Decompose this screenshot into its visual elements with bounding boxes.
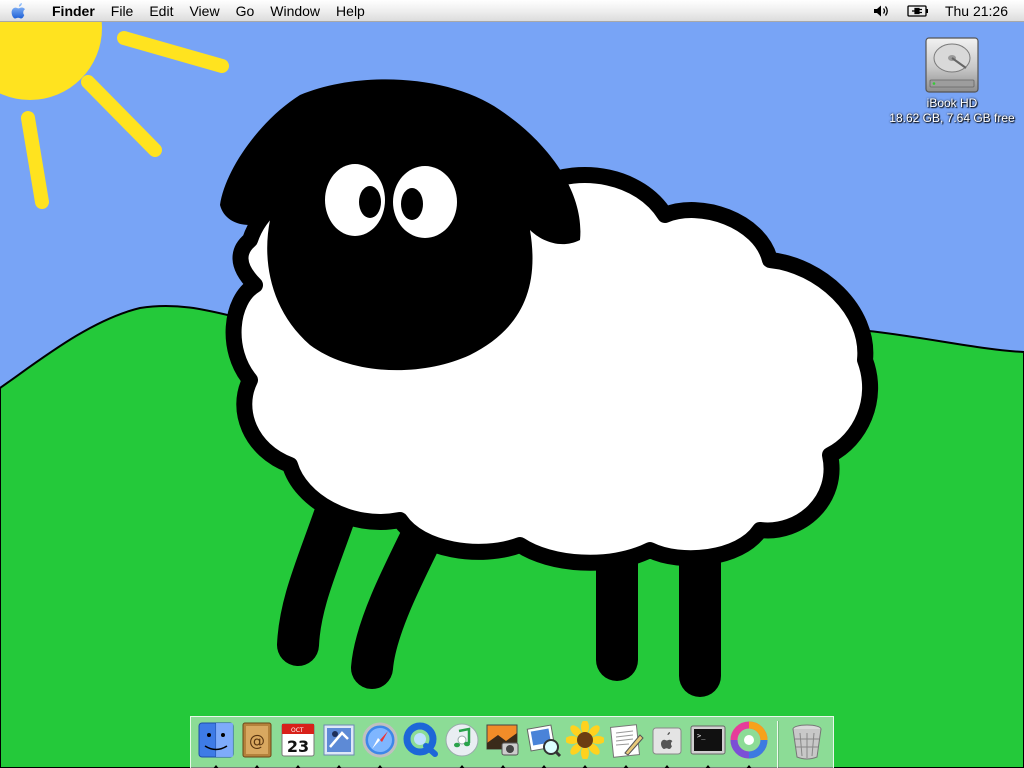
dock-separator (777, 721, 778, 768)
dock-item-sunflower[interactable] (564, 721, 605, 768)
battery-menu[interactable] (899, 0, 937, 22)
dock-item-address-book[interactable]: @ (236, 721, 277, 768)
menu-view[interactable]: View (181, 0, 227, 22)
hard-drive-icon (925, 37, 979, 93)
sheep-wallpaper (0, 0, 1024, 768)
mail-icon (323, 724, 354, 756)
menu-window[interactable]: Window (262, 0, 328, 22)
sunflower-icon (565, 721, 604, 759)
safari-compass-icon (362, 722, 397, 758)
svg-text:23: 23 (286, 737, 308, 756)
power-adapter-icon (907, 4, 928, 17)
itunes-icon (445, 723, 478, 757)
dock-item-quicktime[interactable] (400, 721, 441, 767)
dock-item-finder[interactable] (195, 721, 236, 768)
dock-item-terminal[interactable]: >_ (687, 721, 728, 768)
menu-file[interactable]: File (103, 0, 142, 22)
menu-edit[interactable]: Edit (141, 0, 181, 22)
dock-item-iphoto[interactable] (482, 721, 523, 768)
menu-clock[interactable]: Thu 21:26 (937, 0, 1024, 22)
dock-item-itunes[interactable] (441, 721, 482, 768)
preview-icon (526, 724, 561, 758)
iphoto-icon (486, 724, 518, 756)
dock-item-apple-box[interactable] (646, 721, 687, 768)
address-book-icon: @ (242, 722, 271, 758)
dock-item-textedit[interactable] (605, 721, 646, 768)
finder-icon (198, 722, 233, 758)
quicktime-icon (403, 722, 438, 757)
dock-item-trash[interactable] (786, 721, 827, 767)
apple-logo-icon (11, 2, 25, 18)
desktop-icon-hard-drive[interactable]: iBook HD 18.62 GB, 7.64 GB free (880, 34, 1024, 126)
menu-help[interactable]: Help (328, 0, 373, 22)
dock-item-ical[interactable]: OCT 23 (277, 721, 318, 768)
dock-item-colorsync[interactable] (728, 721, 769, 768)
desktop[interactable]: Finder File Edit View Go Window Help Thu… (0, 0, 1024, 768)
hard-drive-name: iBook HD (926, 96, 978, 110)
volume-icon (873, 5, 888, 16)
trash-icon (792, 724, 821, 760)
dock: @ OCT 23 >_ (190, 716, 834, 768)
textedit-icon (609, 724, 644, 758)
dock-item-mail[interactable] (318, 721, 359, 768)
menu-finder[interactable]: Finder (38, 0, 103, 22)
svg-text:@: @ (249, 731, 265, 750)
apple-menu-button[interactable] (0, 0, 38, 22)
dock-item-preview[interactable] (523, 721, 564, 768)
hard-drive-info: 18.62 GB, 7.64 GB free (889, 111, 1015, 125)
menu-go[interactable]: Go (228, 0, 263, 22)
dock-item-safari[interactable] (359, 721, 400, 768)
terminal-icon: >_ (690, 725, 725, 755)
volume-menu[interactable] (865, 0, 899, 22)
calendar-icon: OCT 23 (281, 723, 314, 757)
svg-text:OCT: OCT (291, 727, 304, 734)
svg-text:>_: >_ (697, 732, 706, 740)
menu-bar: Finder File Edit View Go Window Help Thu… (0, 0, 1024, 22)
apple-box-icon (652, 727, 681, 755)
colorsync-icon (730, 721, 767, 759)
